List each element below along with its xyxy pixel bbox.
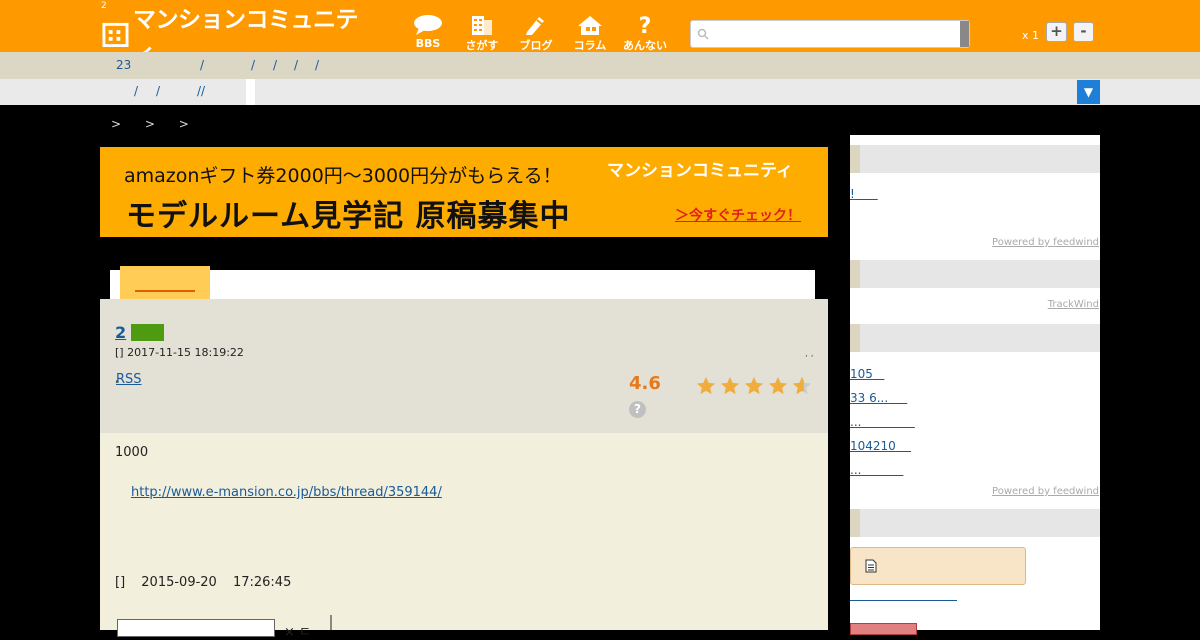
thread-header: 2 [] 2017-11-15 18:19:22 , , , RSS 4.6 ? bbox=[100, 299, 828, 433]
body-text: 1000 bbox=[115, 445, 149, 460]
close-label[interactable]: × ㄷ bbox=[284, 621, 311, 640]
banner-line-1: amazonギフト券2000円〜3000円分がもらえる！ bbox=[124, 165, 562, 187]
sidebar-document-button[interactable] bbox=[850, 547, 1026, 585]
promo-banner[interactable]: amazonギフト券2000円〜3000円分がもらえる！ モデルルーム見学記 原… bbox=[100, 147, 828, 237]
heading-marker bbox=[850, 260, 860, 288]
sidebar-feed-link[interactable]: ... bbox=[850, 415, 915, 429]
tab-active[interactable] bbox=[120, 266, 210, 299]
category-link-23[interactable]: 23 bbox=[116, 58, 131, 72]
sidebar-link[interactable]: ! bbox=[850, 187, 878, 201]
tab-active-underline bbox=[135, 290, 195, 292]
category-sep[interactable]: / bbox=[315, 58, 319, 72]
feed-link-text: ... bbox=[850, 415, 862, 429]
nav-blog[interactable]: ブログ bbox=[511, 14, 561, 53]
sidebar-feed-link[interactable]: ... bbox=[850, 463, 903, 477]
powered-by-link[interactable]: Powered by feedwind bbox=[992, 237, 1099, 248]
star-icon bbox=[720, 376, 740, 395]
thread-number-link[interactable]: 2 bbox=[115, 323, 126, 342]
nav-search-label: さがす bbox=[465, 39, 499, 52]
half-star-icon bbox=[792, 376, 812, 395]
sidebar-underline-link[interactable] bbox=[850, 600, 957, 601]
search-icon bbox=[697, 28, 709, 40]
sidebar-heading bbox=[850, 324, 1100, 352]
feed-link-text: 104210 bbox=[850, 439, 896, 453]
sidebar-feed-link[interactable]: 105 bbox=[850, 367, 884, 381]
speech-bubble-icon bbox=[414, 15, 442, 35]
breadcrumb: > > > bbox=[111, 117, 189, 131]
status-badge bbox=[131, 324, 164, 341]
heading-marker bbox=[850, 324, 860, 352]
banner-cta-link[interactable]: ＞今すぐチェック！ bbox=[675, 205, 801, 225]
house-icon bbox=[578, 16, 602, 35]
thread-body: 1000 http://www.e-mansion.co.jp/bbs/thre… bbox=[100, 433, 828, 640]
help-icon[interactable]: ? bbox=[629, 401, 646, 418]
pen-icon bbox=[526, 17, 544, 35]
post-date: [] 2015-09-20 17:26:45 bbox=[115, 575, 292, 590]
search-input[interactable] bbox=[691, 21, 951, 47]
zoom-in-button[interactable]: + bbox=[1046, 22, 1067, 42]
nav-guide-label: あんない bbox=[623, 39, 667, 52]
category-sep[interactable]: / bbox=[294, 58, 298, 72]
nav-search[interactable]: さがす bbox=[457, 14, 507, 53]
zoom-level: x 1 bbox=[1022, 29, 1040, 42]
thread-marks: , , bbox=[805, 349, 814, 359]
rss-link[interactable]: RSS bbox=[116, 372, 142, 387]
search-box bbox=[690, 20, 970, 48]
document-icon bbox=[865, 559, 877, 573]
area-link[interactable]: / bbox=[156, 84, 160, 98]
sidebar-heading bbox=[850, 509, 1100, 537]
tab-strip bbox=[110, 270, 815, 299]
svg-text:?: ? bbox=[639, 14, 652, 36]
sidebar-heading bbox=[850, 145, 1100, 173]
sidebar-link-text: ! bbox=[850, 187, 855, 201]
area-divider bbox=[246, 79, 255, 105]
sidebar: ! Powered by feedwind TrackWind 105 33 6… bbox=[850, 135, 1100, 635]
area-link[interactable]: / bbox=[134, 84, 138, 98]
nav-bbs[interactable]: BBS bbox=[403, 14, 453, 50]
category-sep[interactable]: / bbox=[200, 58, 204, 72]
nav-column[interactable]: コラム bbox=[565, 14, 615, 53]
star-icon bbox=[744, 376, 764, 395]
site-header: 2 マンションコミュニティ BBS さがす ブログ コラム ? あんない x 1… bbox=[0, 0, 1200, 67]
header-small-number: 2 bbox=[101, 1, 107, 11]
area-link[interactable]: // bbox=[197, 84, 205, 98]
zoom-out-button[interactable]: - bbox=[1073, 22, 1094, 42]
powered-by-link[interactable]: Powered by feedwind bbox=[992, 486, 1099, 497]
building-logo-icon bbox=[102, 22, 129, 48]
building-icon bbox=[472, 16, 492, 35]
feed-link-text: 105 bbox=[850, 367, 873, 381]
thread-url-link[interactable]: http://www.e-mansion.co.jp/bbs/thread/35… bbox=[131, 485, 442, 500]
star-icon bbox=[696, 376, 716, 395]
area-bar: / / // bbox=[0, 79, 1200, 105]
feed-link-text: ... bbox=[850, 463, 862, 477]
divider bbox=[330, 615, 332, 630]
heading-marker bbox=[850, 145, 860, 173]
rating-stars bbox=[695, 375, 813, 397]
banner-brand: マンションコミュニティ bbox=[607, 161, 793, 181]
banner-line-2: モデルルーム見学記 原稿募集中 bbox=[126, 199, 571, 234]
sidebar-feed-link[interactable]: 104210 bbox=[850, 439, 911, 453]
category-sep[interactable]: / bbox=[273, 58, 277, 72]
star-icon bbox=[768, 376, 788, 395]
sidebar-feed-link[interactable]: 33 6... bbox=[850, 391, 907, 405]
category-sep[interactable]: / bbox=[251, 58, 255, 72]
nav-bbs-label: BBS bbox=[415, 37, 441, 50]
dropdown-toggle-button[interactable]: ▼ bbox=[1077, 80, 1100, 104]
category-bar: 23 / / / / / bbox=[0, 52, 1200, 79]
search-submit-button[interactable] bbox=[960, 21, 969, 47]
heading-marker bbox=[850, 509, 860, 537]
site-logo[interactable]: マンションコミュニティ bbox=[102, 7, 370, 67]
rating-score: 4.6 bbox=[629, 373, 661, 394]
reply-input[interactable] bbox=[117, 619, 275, 637]
question-icon: ? bbox=[639, 14, 652, 36]
sidebar-badge[interactable] bbox=[850, 623, 917, 635]
thread-date: [] 2017-11-15 18:19:22 bbox=[115, 346, 244, 359]
trackwind-link[interactable]: TrackWind bbox=[1048, 299, 1099, 310]
nav-blog-label: ブログ bbox=[519, 39, 553, 52]
nav-column-label: コラム bbox=[573, 39, 607, 52]
nav-guide[interactable]: ? あんない bbox=[620, 14, 670, 53]
sidebar-heading bbox=[850, 260, 1100, 288]
feed-link-text: 33 6... bbox=[850, 391, 889, 405]
